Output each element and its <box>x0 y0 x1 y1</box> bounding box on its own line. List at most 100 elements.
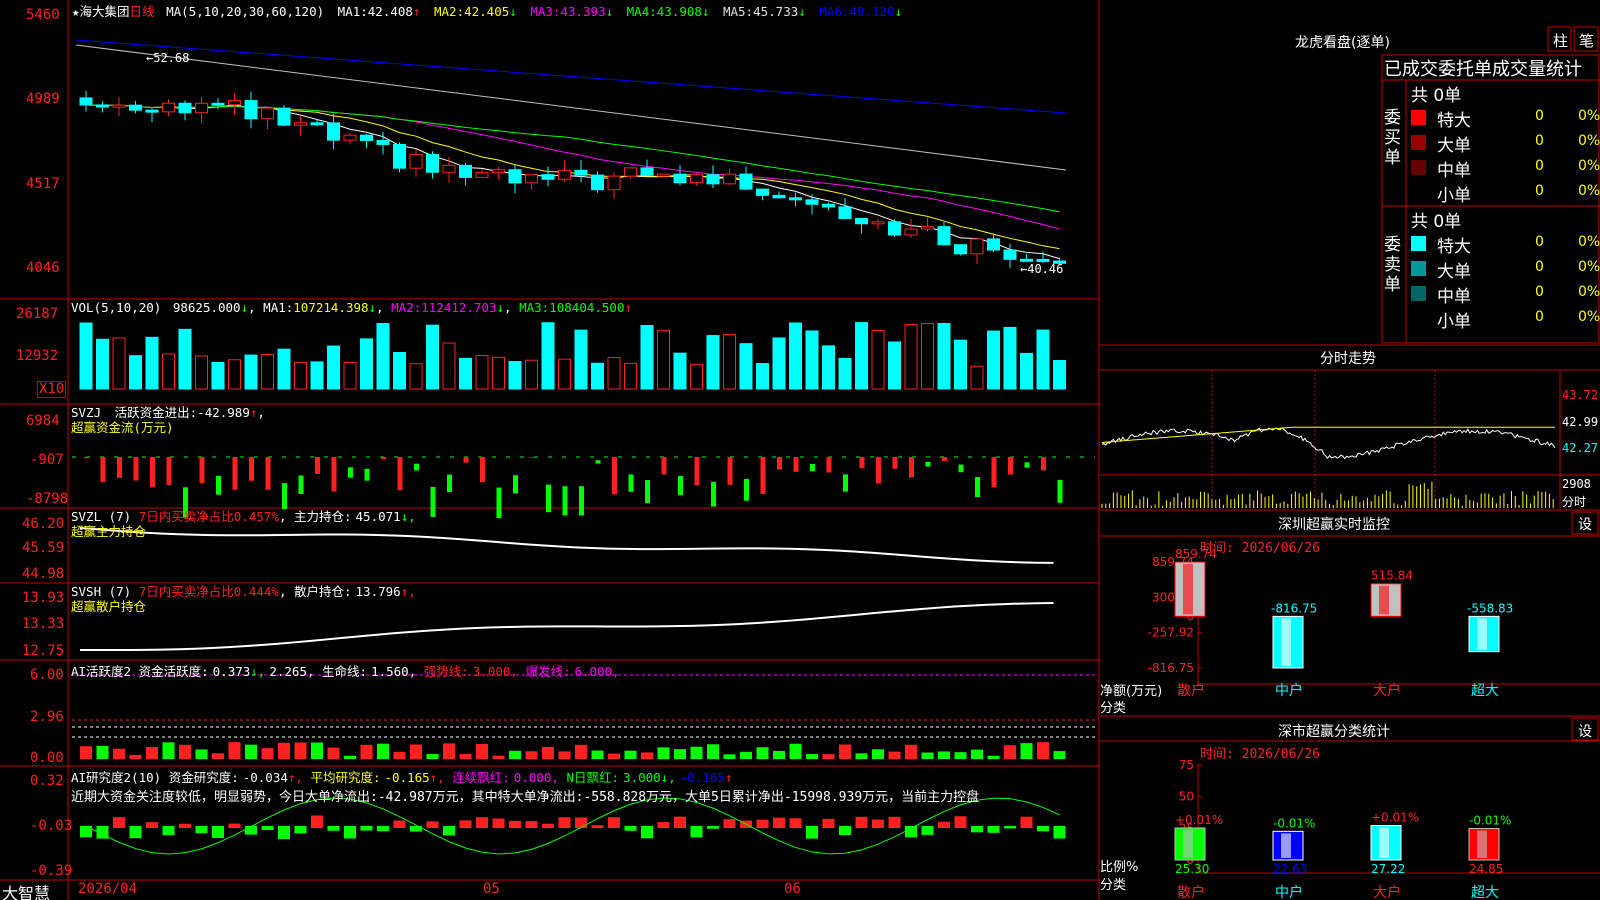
candle[interactable] <box>228 100 241 106</box>
category-label: 中户 <box>1275 884 1303 900</box>
ai1-bar <box>195 749 208 759</box>
volume-bar <box>1020 352 1033 390</box>
classify-xlabel: 分类 <box>1100 878 1127 893</box>
candle[interactable] <box>822 203 835 208</box>
candle[interactable] <box>657 173 670 177</box>
candle[interactable] <box>640 167 654 176</box>
candle[interactable] <box>294 122 307 126</box>
candle[interactable] <box>723 173 736 185</box>
svzj-bar <box>1057 479 1063 503</box>
candle[interactable] <box>112 104 126 108</box>
candle[interactable] <box>574 169 588 176</box>
candle[interactable] <box>954 244 967 255</box>
order-row: 小单 0 0% <box>1411 181 1600 206</box>
candle[interactable] <box>772 194 786 199</box>
candle[interactable] <box>442 164 456 173</box>
candle[interactable] <box>558 169 571 180</box>
candle[interactable] <box>1003 249 1017 260</box>
candle[interactable] <box>838 206 852 219</box>
candle[interactable] <box>409 154 423 169</box>
ai1-bar <box>492 755 505 759</box>
candle[interactable] <box>162 102 175 113</box>
candle[interactable] <box>145 109 159 113</box>
candle[interactable] <box>591 174 604 191</box>
ai2-bar <box>789 818 802 828</box>
candle[interactable] <box>360 134 373 141</box>
order-percent: 0% <box>1578 259 1600 275</box>
ai1-bar <box>1004 745 1016 759</box>
ai1-ytick: 6.00 <box>30 667 64 683</box>
candle[interactable] <box>805 199 819 205</box>
candle[interactable] <box>525 174 538 184</box>
classify-title: 深市超赢分类统计 <box>1278 724 1390 740</box>
svzj-bar <box>546 484 551 513</box>
candle[interactable] <box>393 143 406 169</box>
candle[interactable] <box>96 104 109 108</box>
candle[interactable] <box>343 134 357 141</box>
candle[interactable] <box>129 104 142 111</box>
ai2-bar <box>624 826 637 831</box>
stock-name[interactable]: 海大集团 <box>80 4 130 19</box>
candle[interactable] <box>987 238 1000 251</box>
candle[interactable] <box>79 97 93 106</box>
star-icon[interactable]: ★ <box>72 4 80 19</box>
volume-bar <box>195 355 208 390</box>
volume-bar <box>162 353 175 390</box>
app-logo[interactable]: 大智慧 <box>2 880 50 900</box>
candle[interactable] <box>970 238 984 255</box>
monitor-settings-button[interactable]: 设 <box>1578 514 1592 534</box>
ai2-bar <box>1004 826 1016 829</box>
intraday-price-mid: 42.99 <box>1562 415 1599 429</box>
svzj-bar <box>298 475 304 494</box>
candle[interactable] <box>310 122 324 126</box>
svzj-bar <box>84 457 89 459</box>
candle[interactable] <box>475 172 489 178</box>
candle[interactable] <box>459 164 472 178</box>
candle[interactable] <box>706 174 720 185</box>
candle[interactable] <box>690 174 703 184</box>
bar-mode-button[interactable]: 柱 <box>1553 30 1568 51</box>
chart-area[interactable]: ★海大集团日线 MA(5,10,20,30,60,120) MA1:42.408… <box>0 0 1100 900</box>
candle[interactable] <box>178 102 192 114</box>
candle[interactable] <box>789 197 802 201</box>
candle[interactable] <box>244 100 258 120</box>
candle[interactable] <box>492 169 505 174</box>
svzj-bar <box>826 457 832 473</box>
svzj-bar <box>661 457 667 475</box>
candle[interactable] <box>607 175 621 191</box>
candle[interactable] <box>426 154 439 173</box>
candle[interactable] <box>277 107 291 126</box>
category-label: 散户 <box>1177 884 1205 900</box>
candle[interactable] <box>673 173 687 184</box>
ma4-arrow: ↓ <box>701 4 710 19</box>
candle[interactable] <box>624 167 637 177</box>
candle[interactable] <box>541 174 555 180</box>
order-color-swatch <box>1411 185 1426 200</box>
candle[interactable] <box>871 221 885 225</box>
svzj-ytick: -907 <box>30 452 64 468</box>
candle[interactable] <box>855 217 868 225</box>
candle[interactable] <box>1020 258 1033 262</box>
candle[interactable] <box>888 221 901 236</box>
candle[interactable] <box>739 173 753 190</box>
candle[interactable] <box>937 226 951 246</box>
svzj-bar <box>876 457 881 484</box>
candle[interactable] <box>508 169 522 184</box>
candle[interactable] <box>921 226 934 230</box>
ai2-bar <box>278 826 290 839</box>
classify-settings-button[interactable]: 设 <box>1578 721 1592 741</box>
monitor-xlabel: 分类 <box>1100 701 1127 716</box>
svzj-subtitle: 超赢资金流(万元) <box>71 420 174 435</box>
dragon-header: 已成交委托单成交量统计 <box>1384 59 1582 80</box>
candle[interactable] <box>261 107 274 120</box>
candle[interactable] <box>327 122 340 141</box>
candle[interactable] <box>195 102 208 114</box>
candle[interactable] <box>376 139 390 145</box>
candle[interactable] <box>211 102 225 106</box>
period-label[interactable]: 日线 <box>130 4 155 19</box>
volume-bar <box>1036 329 1050 390</box>
candle[interactable] <box>904 228 918 236</box>
volume-bar <box>871 330 885 390</box>
tick-mode-button[interactable]: 笔 <box>1579 30 1594 51</box>
candle[interactable] <box>756 188 769 196</box>
